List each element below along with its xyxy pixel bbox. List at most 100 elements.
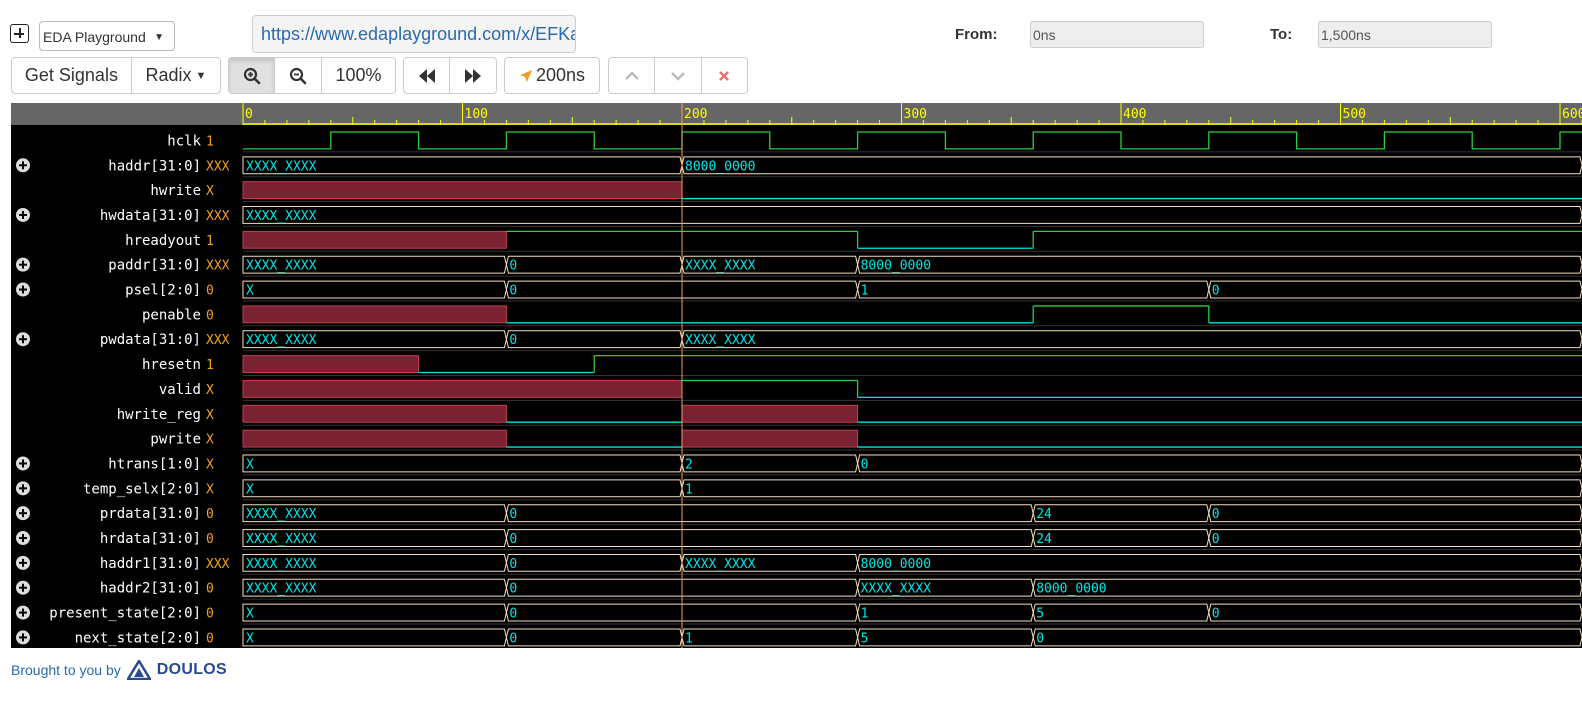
doulos-brand: DOULOS: [156, 661, 227, 678]
unknown-segment: [242, 355, 420, 373]
signal-name[interactable]: htrans[1:0]: [108, 456, 201, 472]
signal-value: X: [206, 184, 214, 199]
bus-value: 8000_0000: [1036, 582, 1106, 597]
bus-value: XXXX_XXXX: [861, 582, 932, 597]
remove-signal-button[interactable]: [702, 58, 747, 93]
signal-name[interactable]: temp_selx[2:0]: [83, 481, 201, 497]
bus-value: 8000_0000: [861, 259, 931, 274]
signal-value: 1: [206, 234, 214, 249]
share-url-field[interactable]: https://www.edaplayground.com/x/EFKa: [252, 15, 576, 53]
bus-value: X: [246, 457, 254, 472]
signal-value: XXX: [206, 259, 230, 274]
signal-value: X: [206, 408, 214, 423]
playground-select-value: EDA Playground: [43, 29, 146, 45]
bus-value: 0: [1212, 607, 1220, 622]
signal-name[interactable]: present_state[2:0]: [49, 606, 201, 622]
signal-value: XXX: [206, 557, 230, 572]
signal-name[interactable]: psel[2:0]: [125, 283, 201, 299]
signal-name[interactable]: pwdata[31:0]: [100, 332, 201, 348]
signal-name[interactable]: pwrite: [150, 432, 201, 448]
fast-backward-icon: [418, 68, 435, 83]
signal-name[interactable]: haddr1[31:0]: [100, 556, 201, 572]
to-label: To:: [1270, 26, 1293, 43]
radix-button[interactable]: Radix ▼: [132, 58, 220, 93]
move-up-button[interactable]: [609, 58, 656, 93]
bus-value: 0: [509, 557, 517, 572]
bus-value: XXXX_XXXX: [685, 333, 756, 348]
bus-value: 0: [509, 582, 517, 597]
bus-value: 0: [1212, 507, 1220, 522]
signal-value: 0: [206, 631, 214, 646]
get-signals-button[interactable]: Get Signals: [12, 58, 132, 93]
unknown-segment: [242, 404, 507, 423]
bus-value: X: [246, 607, 254, 622]
signal-name[interactable]: hwrite_reg: [117, 407, 201, 423]
signal-value: 1: [206, 134, 214, 149]
signal-name[interactable]: paddr[31:0]: [108, 258, 201, 274]
waveform-viewer[interactable]: 0 100 200 300 400 500 600hclk 1haddr[31:0] XXX XX…: [11, 103, 1582, 648]
bus-value: 8000_0000: [685, 159, 755, 174]
close-icon: [719, 70, 730, 81]
signal-name[interactable]: hresetn: [142, 357, 201, 373]
signal-value: XXX: [206, 209, 230, 224]
marker-time-label: 200ns: [535, 65, 586, 85]
signal-name[interactable]: hwdata[31:0]: [100, 208, 201, 224]
marker-time-button[interactable]: 200ns: [505, 58, 599, 93]
signal-value: 0: [206, 582, 214, 597]
zoom-in-button[interactable]: [229, 58, 276, 93]
to-input[interactable]: 1,500ns: [1318, 21, 1492, 48]
signal-value: 0: [206, 607, 214, 622]
chevron-down-icon: ▼: [154, 32, 164, 43]
signal-value: X: [206, 457, 214, 472]
bus-value: XXXX_XXXX: [246, 557, 317, 572]
bus-value: 0: [1212, 532, 1220, 547]
brought-by-text: Brought to you by: [11, 662, 121, 678]
signal-name[interactable]: next_state[2:0]: [75, 630, 201, 646]
bus-value: 0: [861, 457, 869, 472]
bus-value: 1: [861, 607, 869, 622]
bus-value: XXXX_XXXX: [246, 507, 317, 522]
zoom-out-button[interactable]: [275, 58, 322, 93]
signal-name[interactable]: hreadyout: [125, 233, 201, 249]
bus-value: 0: [1212, 284, 1220, 299]
zoom-out-icon: [290, 67, 307, 84]
bus-value: 0: [509, 532, 517, 547]
signal-name[interactable]: haddr[31:0]: [108, 158, 201, 174]
signal-name[interactable]: hclk: [167, 133, 201, 149]
signal-name[interactable]: prdata[31:0]: [100, 506, 201, 522]
go-to-start-button[interactable]: [404, 58, 451, 93]
playground-select[interactable]: EDA Playground ▼: [39, 21, 175, 51]
signal-name[interactable]: hwrite: [150, 183, 201, 199]
signals-button-group: Get Signals Radix ▼: [11, 57, 221, 94]
unknown-segment: [242, 380, 683, 398]
zoom-in-icon: [243, 67, 261, 84]
bus-value: 1: [685, 482, 693, 497]
bus-value: XXXX_XXXX: [246, 209, 317, 224]
signal-name[interactable]: haddr2[31:0]: [100, 581, 201, 597]
ruler-tick-label: 100: [465, 107, 488, 122]
bus-value: 2: [685, 457, 693, 472]
navigate-button-group: [403, 57, 497, 94]
from-label: From:: [955, 26, 998, 43]
from-input[interactable]: 0ns: [1030, 21, 1204, 48]
bus-value: X: [246, 482, 254, 497]
signal-value: 0: [206, 507, 214, 522]
bus-value: XXXX_XXXX: [246, 582, 317, 597]
bus-value: 1: [861, 284, 869, 299]
signal-name[interactable]: valid: [159, 382, 201, 398]
ruler-tick-label: 400: [1123, 107, 1146, 122]
add-tab-icon[interactable]: [10, 24, 29, 43]
bus-value: X: [246, 284, 254, 299]
signal-value: X: [206, 482, 214, 497]
signal-name[interactable]: hrdata[31:0]: [100, 531, 201, 547]
move-down-button[interactable]: [655, 58, 702, 93]
signal-name[interactable]: penable: [142, 307, 201, 323]
chevron-down-icon: [671, 71, 685, 81]
ruler-tick-label: 0: [245, 107, 253, 122]
zoom-button-group: 100%: [228, 57, 396, 94]
signal-value: X: [206, 433, 214, 448]
signal-value: 0: [206, 532, 214, 547]
bus-value: 0: [509, 259, 517, 274]
zoom-level-button[interactable]: 100%: [322, 58, 395, 93]
go-to-end-button[interactable]: [450, 58, 496, 93]
